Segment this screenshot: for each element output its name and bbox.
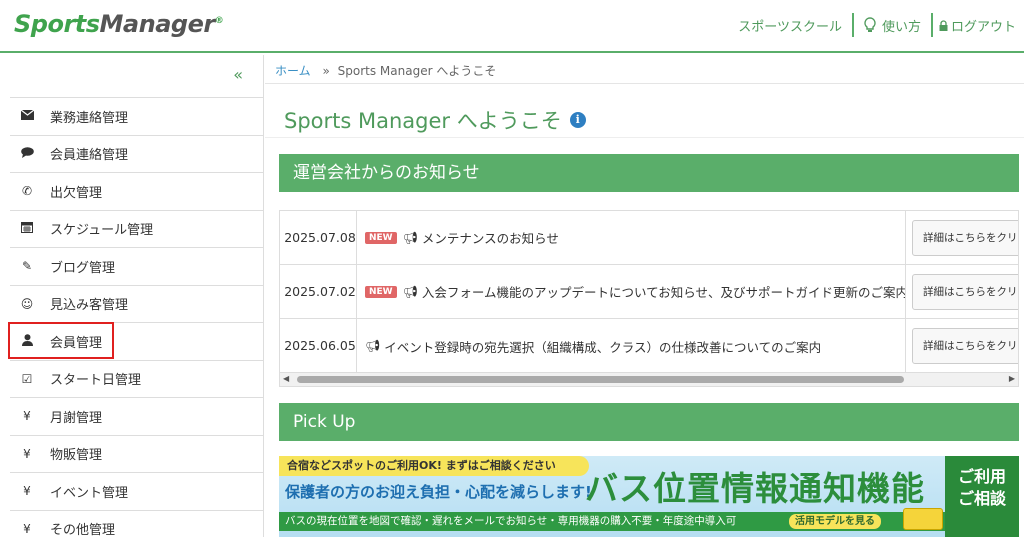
megaphone-icon: 📢︎ <box>403 231 418 245</box>
notices-table: 2025.07.08 NEW 📢︎ メンテナンスのお知らせ 詳細はこちらをクリ … <box>279 210 1019 373</box>
breadcrumb-separator: » <box>322 64 329 78</box>
sidebar-item-label: 会員連絡管理 <box>50 144 128 163</box>
top-nav: スポーツスクール 使い方 ログアウト <box>728 12 1016 38</box>
phone-icon: ✆ <box>12 184 42 198</box>
banner-cta-line2: ご相談 <box>945 488 1019 510</box>
banner-cta-line1: ご利用 <box>945 466 1019 488</box>
banner-headline: バス位置情報通知機能 <box>585 462 925 510</box>
sidebar: « 業務連絡管理 会員連絡管理 ✆ 出欠管理 スケジュール管理 ✎ ブログ管理 … <box>0 55 264 537</box>
detail-button[interactable]: 詳細はこちらをクリ <box>912 328 1019 364</box>
sidebar-item-label: 出欠管理 <box>50 182 102 201</box>
app-header: SportsManager® スポーツスクール 使い方 ログアウト <box>0 0 1024 53</box>
breadcrumb: ホーム » Sports Manager へようこそ <box>275 62 496 79</box>
notice-title[interactable]: 入会フォーム機能のアップデートについてお知らせ、及びサポートガイド更新のご案内 <box>422 282 908 301</box>
pencil-icon: ✎ <box>12 259 42 273</box>
scrollbar-thumb[interactable] <box>297 376 904 383</box>
megaphone-icon: 📢︎ <box>365 339 380 353</box>
notice-date: 2025.07.02 <box>280 265 357 318</box>
sidebar-item-prospects[interactable]: ☺ 見込み客管理 <box>10 285 263 323</box>
divider <box>265 83 1024 84</box>
notices-heading: 運営会社からのお知らせ <box>279 154 1019 192</box>
table-row: 2025.06.05 📢︎ イベント登録時の宛先選択（組織構成、クラス）の仕様改… <box>280 319 1018 373</box>
speech-bubble-icon <box>12 147 42 161</box>
sidebar-collapse-button[interactable]: « <box>233 65 243 84</box>
divider <box>265 137 1024 138</box>
sidebar-item-label: スタート日管理 <box>50 369 141 388</box>
smiley-icon: ☺ <box>12 297 42 311</box>
megaphone-icon: 📢︎ <box>403 285 418 299</box>
sidebar-item-label: ブログ管理 <box>50 257 115 276</box>
banner-model-button[interactable]: 活用モデルを見る <box>789 514 881 529</box>
nav-sports-school-link[interactable]: スポーツスクール <box>728 16 852 35</box>
sidebar-item-monthly-fee[interactable]: ¥ 月謝管理 <box>10 397 263 435</box>
horizontal-scrollbar[interactable]: ◀ ▶ <box>279 373 1019 387</box>
info-icon[interactable]: i <box>570 112 586 128</box>
page-title-text: Sports Manager へようこそ <box>284 105 562 135</box>
sidebar-item-label: スケジュール管理 <box>50 219 153 238</box>
sidebar-item-label: その他管理 <box>50 519 115 538</box>
scroll-right-arrow-icon[interactable]: ▶ <box>1009 374 1015 383</box>
pickup-heading: Pick Up <box>279 403 1019 441</box>
banner-sub-text: 保護者の方のお迎え負担・心配を減らします! <box>285 481 592 502</box>
notice-title[interactable]: イベント登録時の宛先選択（組織構成、クラス）の仕様改善についてのご案内 <box>384 337 821 356</box>
sidebar-item-member-contact[interactable]: 会員連絡管理 <box>10 135 263 173</box>
banner-top-text: 合宿などスポットのご利用OK! まずはご相談ください <box>279 456 589 476</box>
bus-location-banner[interactable]: 合宿などスポットのご利用OK! まずはご相談ください 保護者の方のお迎え負担・心… <box>279 456 1019 537</box>
sidebar-item-attendance[interactable]: ✆ 出欠管理 <box>10 172 263 210</box>
lock-icon <box>939 20 948 31</box>
sportsmanager-logo[interactable]: SportsManager® <box>14 10 223 38</box>
page-title: Sports Manager へようこそ i <box>284 105 586 135</box>
bus-icon <box>903 508 943 530</box>
new-badge: NEW <box>365 232 397 244</box>
table-row: 2025.07.08 NEW 📢︎ メンテナンスのお知らせ 詳細はこちらをクリ <box>280 211 1018 265</box>
notice-date: 2025.06.05 <box>280 319 357 373</box>
yen-icon: ¥ <box>12 484 42 498</box>
detail-button[interactable]: 詳細はこちらをクリ <box>912 274 1019 310</box>
sidebar-item-label: 見込み客管理 <box>50 294 128 313</box>
table-row: 2025.07.02 NEW 📢︎ 入会フォーム機能のアップデートについてお知ら… <box>280 265 1018 319</box>
highlight-box <box>8 322 114 359</box>
notice-title[interactable]: メンテナンスのお知らせ <box>422 228 559 247</box>
sidebar-item-start-date[interactable]: ☑ スタート日管理 <box>10 360 263 398</box>
nav-howto-link[interactable]: 使い方 <box>854 16 931 35</box>
scroll-left-arrow-icon[interactable]: ◀ <box>283 374 289 383</box>
sidebar-item-events[interactable]: ¥ イベント管理 <box>10 472 263 510</box>
breadcrumb-home-link[interactable]: ホーム <box>275 64 311 78</box>
lightbulb-icon <box>864 17 876 33</box>
sidebar-item-schedule[interactable]: スケジュール管理 <box>10 210 263 248</box>
checkbox-icon: ☑ <box>12 372 42 386</box>
notice-date: 2025.07.08 <box>280 211 357 264</box>
sidebar-item-label: 物販管理 <box>50 444 102 463</box>
yen-icon: ¥ <box>12 447 42 461</box>
nav-logout-link[interactable]: ログアウト <box>933 16 1016 35</box>
envelope-icon <box>12 109 42 123</box>
sidebar-item-label: イベント管理 <box>50 482 128 501</box>
banner-cta[interactable]: ご利用 ご相談 <box>945 456 1019 537</box>
yen-icon: ¥ <box>12 522 42 536</box>
sidebar-item-blog[interactable]: ✎ ブログ管理 <box>10 247 263 285</box>
new-badge: NEW <box>365 286 397 298</box>
breadcrumb-current: Sports Manager へようこそ <box>338 64 497 78</box>
sidebar-item-merchandise[interactable]: ¥ 物販管理 <box>10 435 263 473</box>
sidebar-item-label: 業務連絡管理 <box>50 107 128 126</box>
yen-icon: ¥ <box>12 409 42 423</box>
sidebar-item-business-contact[interactable]: 業務連絡管理 <box>10 97 263 135</box>
sidebar-item-label: 月謝管理 <box>50 407 102 426</box>
main-content: ホーム » Sports Manager へようこそ Sports Manage… <box>265 55 1024 537</box>
detail-button[interactable]: 詳細はこちらをクリ <box>912 220 1019 256</box>
calendar-icon <box>12 221 42 236</box>
sidebar-item-other[interactable]: ¥ その他管理 <box>10 510 263 547</box>
